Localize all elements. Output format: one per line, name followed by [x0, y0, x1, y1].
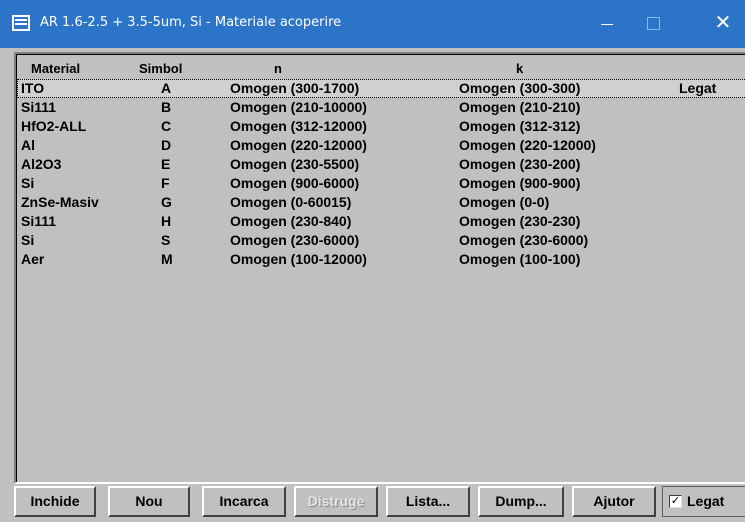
symbol-cell: F [161, 175, 170, 191]
k-cell: Omogen (100-100) [459, 251, 581, 267]
button-bar: Inchide Nou Incarca Distruge Lista... Du… [0, 482, 745, 522]
material-cell: HfO2-ALL [21, 118, 87, 134]
material-cell: Si [21, 232, 35, 248]
header-symbol: Simbol [139, 61, 183, 76]
n-cell: Omogen (300-1700) [230, 80, 360, 96]
k-cell: Omogen (230-230) [459, 213, 581, 229]
header-n: n [274, 61, 282, 76]
n-cell: Omogen (230-5500) [230, 156, 360, 172]
materials-list[interactable]: Material Simbol n k ITO A Omogen (300-17… [14, 52, 745, 484]
symbol-cell: D [161, 137, 172, 153]
k-cell: Omogen (230-200) [459, 156, 581, 172]
n-cell: Omogen (900-6000) [230, 175, 360, 191]
k-cell: Omogen (220-12000) [459, 137, 596, 153]
symbol-cell: H [161, 213, 172, 229]
distruge-button[interactable]: Distruge [294, 486, 378, 517]
k-cell: Omogen (230-6000) [459, 232, 589, 248]
title-bar: AR 1.6-2.5 + 3.5-5um, Si - Materiale aco… [0, 0, 745, 48]
list-item[interactable]: HfO2-ALL C Omogen (312-12000) Omogen (31… [17, 117, 745, 136]
k-cell: Omogen (300-300) [459, 80, 581, 96]
material-cell: ITO [21, 80, 45, 96]
k-cell: Omogen (210-210) [459, 99, 581, 115]
symbol-cell: B [161, 99, 172, 115]
list-item[interactable]: ZnSe-Masiv G Omogen (0-60015) Omogen (0-… [17, 193, 745, 212]
n-cell: Omogen (210-10000) [230, 99, 367, 115]
list-item[interactable]: Al D Omogen (220-12000) Omogen (220-1200… [17, 136, 745, 155]
window-title: AR 1.6-2.5 + 3.5-5um, Si - Materiale aco… [40, 15, 342, 30]
list-item[interactable]: Si111 H Omogen (230-840) Omogen (230-230… [17, 212, 745, 231]
k-cell: Omogen (900-900) [459, 175, 581, 191]
n-cell: Omogen (230-840) [230, 213, 352, 229]
symbol-cell: G [161, 194, 172, 210]
maximize-icon[interactable] [630, 0, 676, 48]
app-window-icon [12, 15, 30, 31]
legat-checkbox-label: Legat [687, 493, 725, 509]
k-cell: Omogen (0-0) [459, 194, 550, 210]
list-item[interactable]: Aer M Omogen (100-12000) Omogen (100-100… [17, 250, 745, 269]
close-icon[interactable]: ✕ [700, 0, 745, 48]
list-header: Material Simbol n k [17, 60, 745, 78]
inchide-button[interactable]: Inchide [14, 486, 96, 517]
symbol-cell: S [161, 232, 171, 248]
material-cell: Si111 [21, 213, 57, 229]
material-cell: Aer [21, 251, 45, 267]
n-cell: Omogen (100-12000) [230, 251, 367, 267]
n-cell: Omogen (220-12000) [230, 137, 367, 153]
header-material: Material [31, 61, 81, 76]
minimize-icon[interactable] [584, 0, 630, 48]
lista-button[interactable]: Lista... [386, 486, 470, 517]
ajutor-button[interactable]: Ajutor [572, 486, 656, 517]
symbol-cell: A [161, 80, 172, 96]
legat-checkbox[interactable]: ✓ Legat [662, 486, 745, 517]
material-cell: Al [21, 137, 35, 153]
k-cell: Omogen (312-312) [459, 118, 581, 134]
legat-cell: Legat [679, 80, 717, 96]
n-cell: Omogen (0-60015) [230, 194, 352, 210]
material-cell: Si111 [21, 99, 57, 115]
list-item[interactable]: ITO A Omogen (300-1700) Omogen (300-300)… [17, 79, 745, 98]
header-k: k [516, 61, 524, 76]
list-item[interactable]: Si S Omogen (230-6000) Omogen (230-6000) [17, 231, 745, 250]
list-item[interactable]: Si111 B Omogen (210-10000) Omogen (210-2… [17, 98, 745, 117]
list-item[interactable]: Al2O3 E Omogen (230-5500) Omogen (230-20… [17, 155, 745, 174]
symbol-cell: E [161, 156, 171, 172]
n-cell: Omogen (230-6000) [230, 232, 360, 248]
n-cell: Omogen (312-12000) [230, 118, 367, 134]
checkmark-icon[interactable]: ✓ [669, 495, 682, 508]
incarca-button[interactable]: Incarca [202, 486, 286, 517]
list-item[interactable]: Si F Omogen (900-6000) Omogen (900-900) [17, 174, 745, 193]
symbol-cell: C [161, 118, 172, 134]
material-cell: Al2O3 [21, 156, 62, 172]
dump-button[interactable]: Dump... [478, 486, 564, 517]
nou-button[interactable]: Nou [108, 486, 190, 517]
symbol-cell: M [161, 251, 173, 267]
material-cell: ZnSe-Masiv [21, 194, 99, 210]
material-cell: Si [21, 175, 35, 191]
